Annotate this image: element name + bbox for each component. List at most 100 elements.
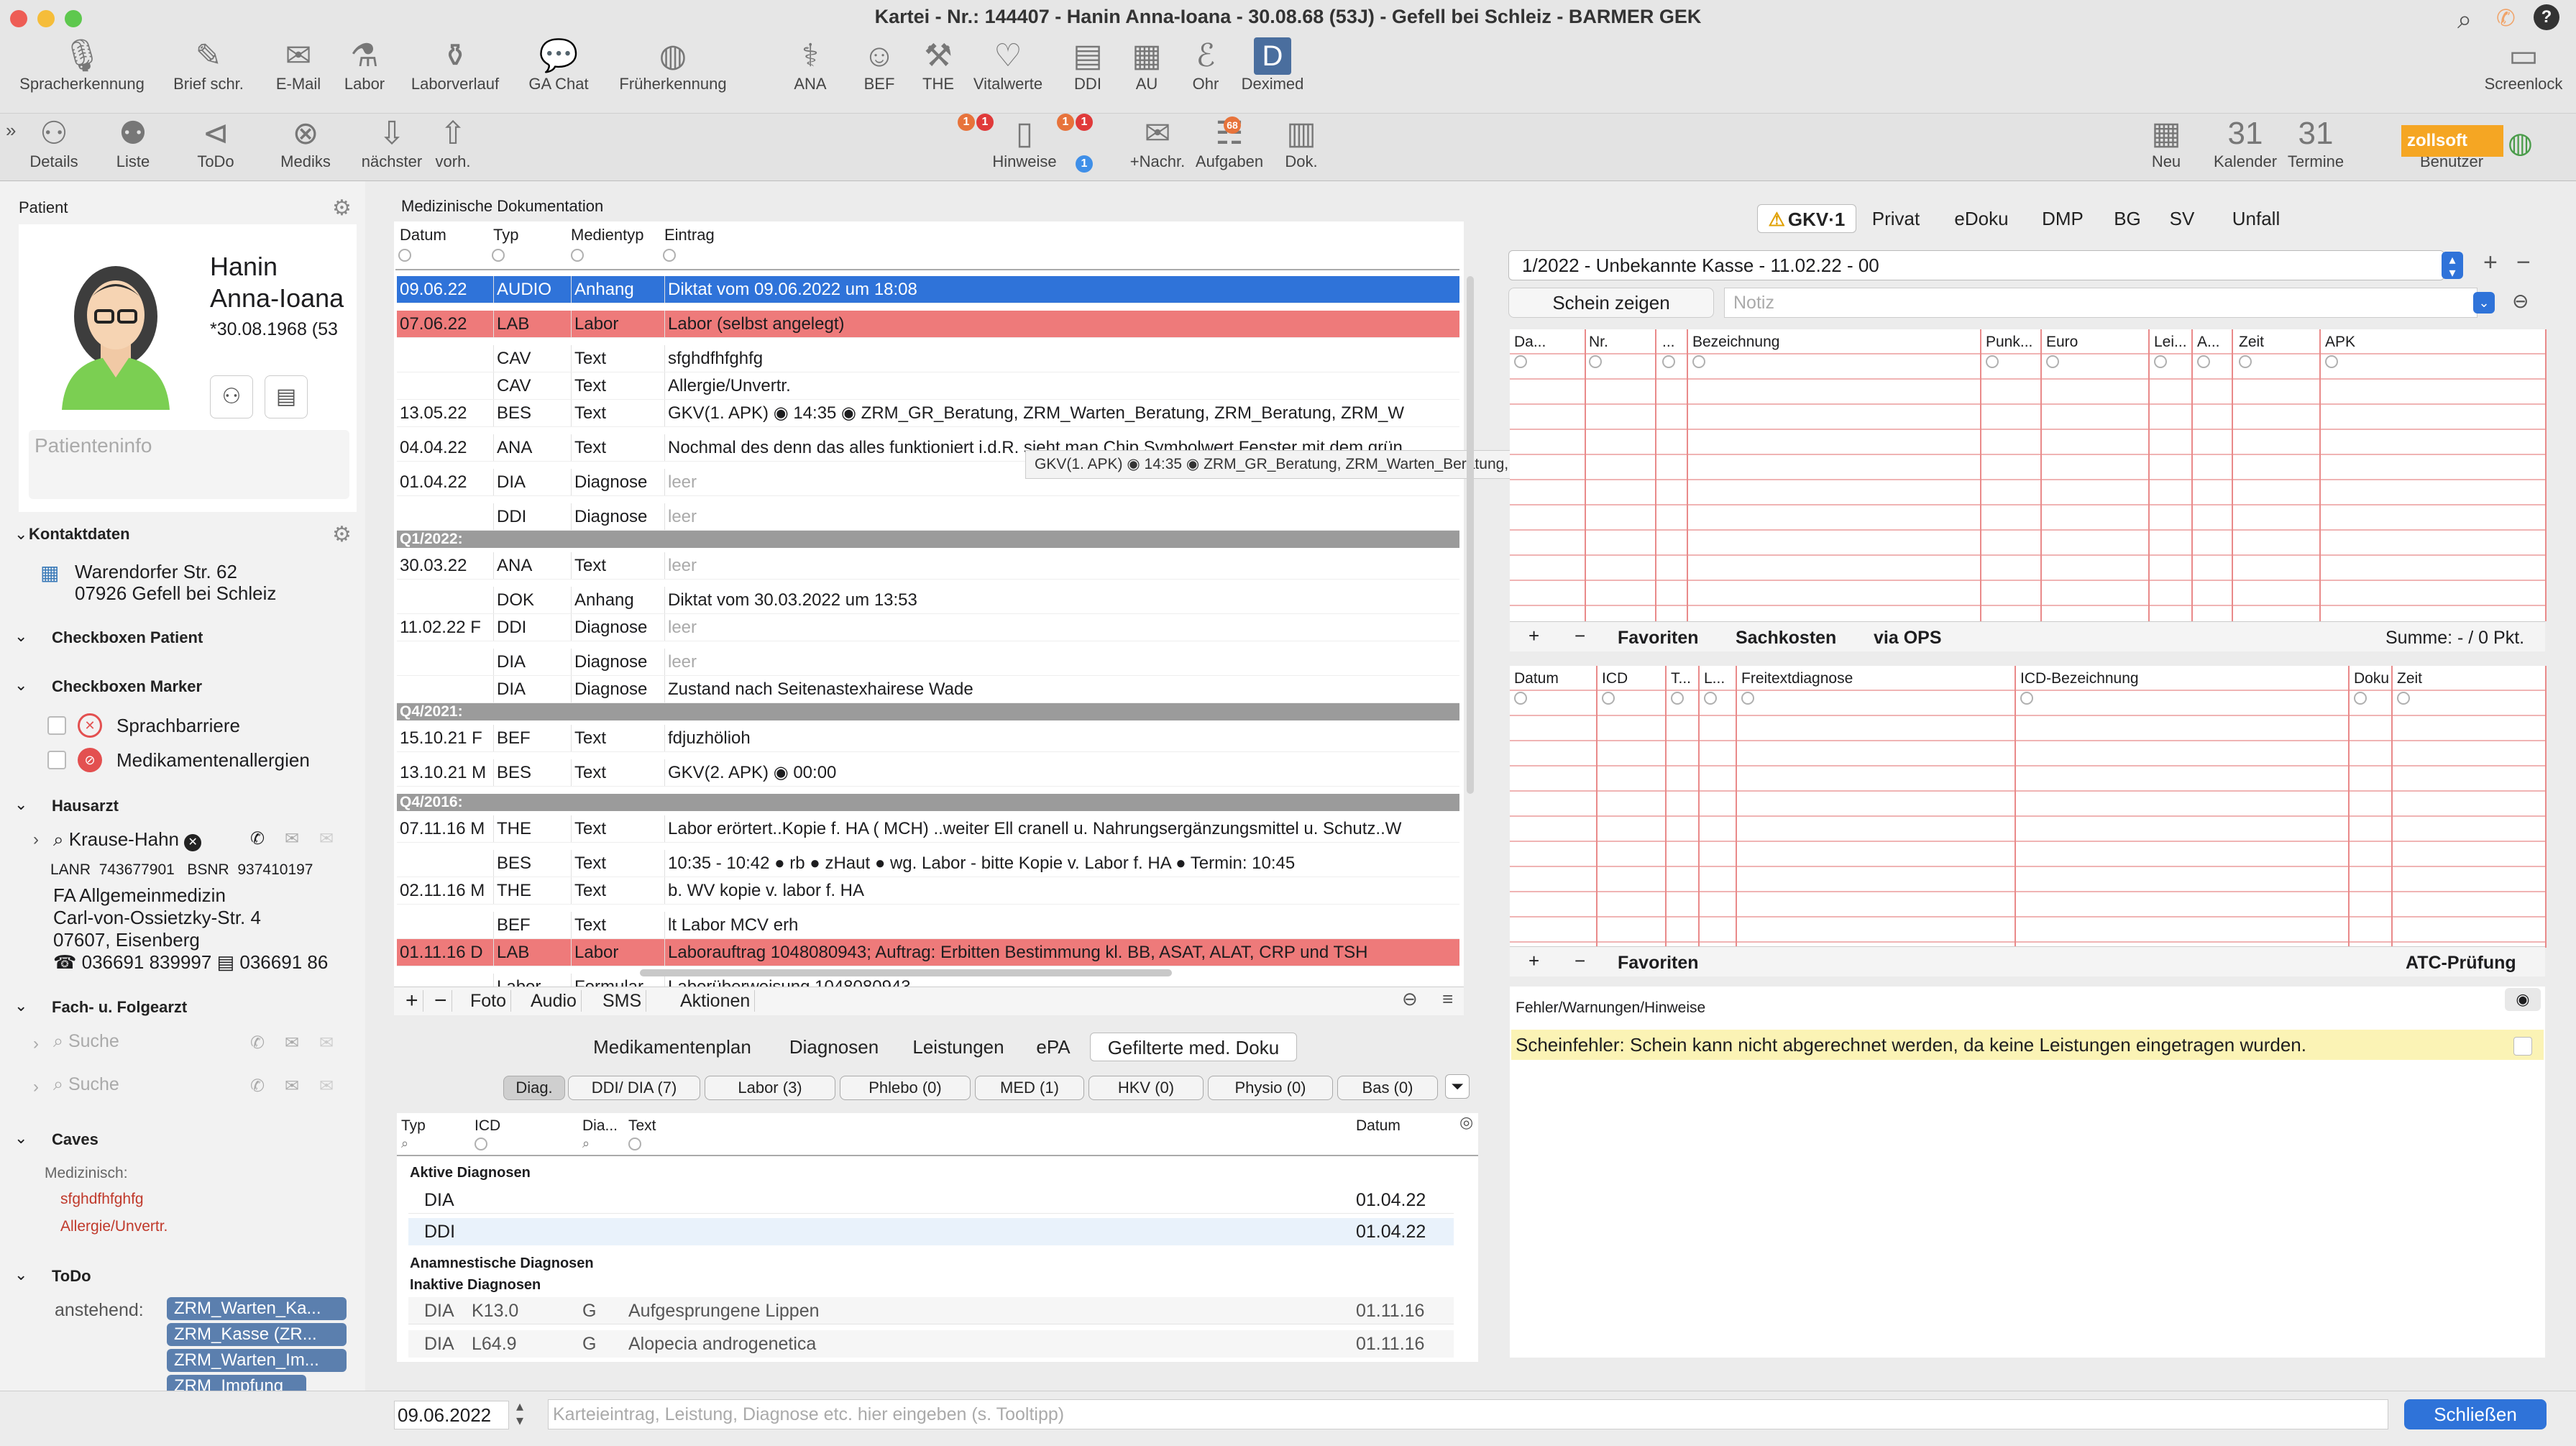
filter-radio[interactable]	[2197, 355, 2210, 368]
filter-pill[interactable]: Diag.	[503, 1076, 565, 1100]
toolbar-button-ohr[interactable]: ℰ Ohr	[1181, 37, 1231, 93]
col-eintrag[interactable]: Eintrag	[664, 226, 715, 244]
clipboard-button[interactable]: ▤	[265, 375, 308, 418]
filter-radio[interactable]	[2397, 692, 2410, 705]
chevron-right-icon[interactable]: ›	[33, 830, 39, 850]
col-medientyp[interactable]: Medientyp	[571, 226, 644, 244]
more-icon[interactable]: ⊖	[1402, 988, 1418, 1010]
col-typ[interactable]: Typ	[401, 1117, 426, 1135]
fach-title[interactable]: Fach- u. Folgearzt	[52, 998, 187, 1017]
column-header[interactable]: Zeit	[2397, 670, 2422, 687]
column-header[interactable]: Datum	[1514, 670, 1559, 687]
phone-icon[interactable]: ✆	[2496, 4, 2516, 32]
caves-title[interactable]: Caves	[52, 1130, 98, 1149]
column-header[interactable]: APK	[2325, 334, 2355, 351]
filter-radio[interactable]	[1692, 355, 1705, 368]
col-dia[interactable]: Dia...	[582, 1117, 618, 1135]
filter-radio[interactable]	[475, 1138, 487, 1150]
map-icon[interactable]: ▦	[40, 561, 59, 585]
filter-radio[interactable]	[1514, 692, 1527, 705]
mail-icon[interactable]: ✉	[285, 828, 299, 849]
chevron-right-icon[interactable]: ›	[33, 1077, 39, 1097]
help-icon[interactable]: ?	[2534, 4, 2559, 30]
filter-radio[interactable]	[1741, 692, 1754, 705]
toolbar-button-mediks[interactable]: ⊗ Mediks	[273, 115, 338, 171]
stepper-icon[interactable]: ▴ ▾	[516, 1399, 523, 1428]
vertical-scrollbar[interactable]	[1467, 276, 1474, 794]
sachkosten-button[interactable]: Sachkosten	[1736, 628, 1836, 649]
table-row[interactable]: BES Text 10:35 - 10:42 ● rb ● zHaut ● wg. …	[397, 850, 1459, 877]
filter-radio[interactable]	[398, 249, 411, 262]
table-row[interactable]: 01.11.16 D LAB Labor Laborauftrag 104808094…	[397, 939, 1459, 966]
tab-gefilterte-med-doku[interactable]: Gefilterte med. Doku	[1090, 1033, 1297, 1061]
column-header[interactable]: ICD	[1602, 670, 1628, 687]
col-datum[interactable]: Datum	[400, 226, 446, 244]
toolbar-button-liste[interactable]: ⚉ Liste	[101, 115, 165, 171]
phone-icon[interactable]: ✆	[250, 828, 265, 849]
filter-radio[interactable]	[1589, 355, 1602, 368]
table-row[interactable]: 11.02.22 F DDI Diagnose leer	[397, 614, 1459, 641]
doku-action-button[interactable]: Aktionen	[676, 990, 756, 1012]
table-row[interactable]: DDI Diagnose leer	[397, 503, 1459, 531]
notiz-field[interactable]: Notiz	[1724, 288, 2478, 318]
toolbar-button-fr-herkennung[interactable]: ◍ Früherkennung	[608, 37, 738, 93]
toolbar-button-au[interactable]: ▦ AU	[1122, 37, 1172, 93]
filter-radio[interactable]	[2239, 355, 2252, 368]
remove-icon[interactable]: −	[2516, 249, 2531, 277]
filter-pill[interactable]: Bas (0)	[1337, 1076, 1438, 1100]
mail-icon[interactable]: ✉	[285, 1033, 299, 1053]
list-icon[interactable]: ≡	[1442, 988, 1453, 1010]
cave-item[interactable]: Allergie/Unvertr.	[60, 1218, 168, 1235]
toolbar-button-deximed[interactable]: D Deximed	[1237, 37, 1308, 93]
gear-icon[interactable]: ⚙	[332, 522, 352, 547]
table-row[interactable]: DOK Anhang Diktat vom 30.03.2022 um 13:53	[397, 587, 1459, 614]
column-header[interactable]: Zeit	[2239, 334, 2264, 351]
filter-radio[interactable]	[1704, 692, 1717, 705]
diagnosis-row[interactable]: DIA K13.0 G Aufgesprungene Lippen 01.11.…	[408, 1297, 1454, 1324]
chevron-down-icon[interactable]: ⌄	[14, 1266, 27, 1284]
select-arrow-icon[interactable]: ▴ ▾	[2442, 252, 2463, 279]
mail-icon[interactable]: ✉	[319, 1033, 334, 1053]
table-row[interactable]: BEF Text lt Labor MCV erh	[397, 912, 1459, 939]
user-badge[interactable]: zollsoft	[2401, 125, 2503, 157]
date-field[interactable]: 09.06.2022	[394, 1401, 509, 1429]
more-icon[interactable]: ⊖	[2512, 289, 2529, 313]
column-header[interactable]: Bezeichnung	[1692, 334, 1779, 351]
todo-item[interactable]: ZRM_Warten_Ka...	[167, 1297, 347, 1320]
mail-icon[interactable]: ✉	[319, 1076, 334, 1097]
patient-info-field[interactable]: Patienteninfo	[29, 430, 349, 499]
filter-pill[interactable]: Phlebo (0)	[840, 1076, 971, 1100]
table-row[interactable]: 07.06.22 LAB Labor Labor (selbst angelegt)	[397, 311, 1459, 338]
chevron-right-icon[interactable]: ›	[33, 1034, 39, 1054]
filter-pill[interactable]: HKV (0)	[1088, 1076, 1204, 1100]
globe-check-icon[interactable]: ◍	[2508, 127, 2533, 160]
dropdown-icon[interactable]: ⌄	[2473, 292, 2495, 314]
toolbar-button-kalender[interactable]: 31 Kalender	[2213, 115, 2278, 171]
column-header[interactable]: L...	[1704, 670, 1725, 687]
toolbar-button-ga-chat[interactable]: 💬 GA Chat	[519, 37, 598, 93]
filter-radio[interactable]	[1671, 692, 1684, 705]
add-icon[interactable]: +	[2483, 249, 2498, 277]
gear-icon[interactable]: ⚙	[332, 196, 352, 221]
via-ops-button[interactable]: via OPS	[1874, 628, 1942, 649]
tab-bg[interactable]: BG	[2102, 204, 2153, 233]
filter-radio[interactable]	[2354, 692, 2367, 705]
toolbar-button-details[interactable]: ⚇ Details	[22, 115, 86, 171]
schein-select[interactable]: 1/2022 - Unbekannte Kasse - 11.02.22 - 0…	[1508, 250, 2444, 280]
toolbar-button-hinweise[interactable]: ▯ Hinweise	[985, 115, 1064, 171]
checkboxen-patient-title[interactable]: Checkboxen Patient	[52, 628, 203, 647]
column-header[interactable]: Freitextdiagnose	[1741, 670, 1853, 687]
checkboxen-marker-title[interactable]: Checkboxen Marker	[52, 677, 202, 696]
toolbar-button-the[interactable]: ⚒ THE	[906, 37, 971, 93]
filter-icon[interactable]: ⏷	[1445, 1074, 1470, 1099]
table-row[interactable]: 02.11.16 M THE Text b. WV kopie v. labor f.…	[397, 877, 1459, 905]
toolbar-button-ddi[interactable]: ▤ DDI	[1063, 37, 1113, 93]
tab-gkv-1[interactable]: ⚠ GKV·1	[1757, 204, 1856, 233]
filter-radio[interactable]	[1986, 355, 1999, 368]
toolbar-button--nachr-[interactable]: ✉ +Nachr.	[1122, 115, 1193, 171]
toolbar-button-vitalwerte[interactable]: ♡ Vitalwerte	[965, 37, 1051, 93]
filter-radio[interactable]	[1602, 692, 1615, 705]
table-row[interactable]: DIA Diagnose leer	[397, 649, 1459, 676]
col-icd[interactable]: ICD	[475, 1117, 500, 1135]
filter-radio[interactable]	[2046, 355, 2059, 368]
